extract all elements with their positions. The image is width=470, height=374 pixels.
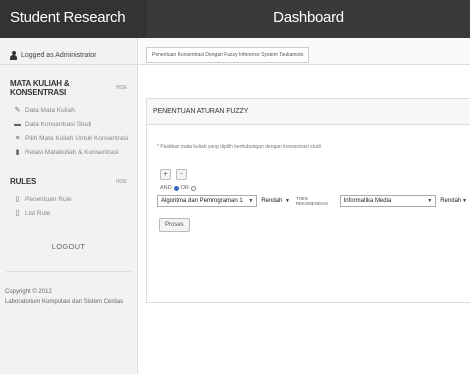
course-select-value: Algoritma dan Pemrograman 1 — [161, 198, 243, 204]
caret-down-icon: ▼ — [248, 198, 254, 204]
sidebar-item-label: Relasi Matakuliah & Konsentrasi — [25, 148, 119, 156]
sidebar-item-label: Data Mata Kuliah — [25, 106, 75, 114]
caret-down-icon: ▼ — [462, 198, 467, 204]
concentration-select-value: Informatika Media — [343, 198, 392, 204]
level-select-1[interactable]: Rendah ▼ — [257, 195, 293, 207]
top-bar: Student Research Dashboard — [0, 0, 470, 38]
sidebar-item-label: Penentuan Rule — [25, 195, 72, 203]
and-label: AND — [160, 185, 172, 191]
condition-buttons: + - — [160, 169, 187, 180]
and-radio[interactable] — [173, 185, 179, 191]
or-label: OR — [180, 185, 189, 191]
sidebar: Logged as Administrator MATA KULIAH & KO… — [0, 38, 138, 374]
helper-note: * Pastikan mata kuliah yang dipilih berh… — [157, 144, 321, 150]
concentration-select[interactable]: Informatika Media ▼ — [339, 195, 437, 207]
login-text: Logged as Administrator — [21, 51, 97, 59]
breadcrumb-bar: Penentuan Konsentrasi Dengan Fuzzy Infer… — [138, 38, 470, 65]
folder-icon: ▬ — [14, 120, 21, 128]
add-condition-button[interactable]: + — [160, 169, 171, 180]
copyright-org: Laboratorium Komputasi dan Sistem Cerdas — [5, 299, 124, 305]
file-icon: ▮ — [15, 149, 20, 156]
sidebar-item-pilih-mata-kuliah[interactable]: ≡ Pilih Mata Kuliah Untuk Konsentrasi — [14, 131, 137, 145]
or-radio[interactable] — [190, 185, 196, 191]
main-content: Penentuan Konsentrasi Dengan Fuzzy Infer… — [138, 38, 470, 374]
section-title: RULES — [10, 177, 37, 186]
copyright: Copyright © 2012 Laboratorium Komputasi … — [0, 272, 137, 307]
remove-condition-button[interactable]: - — [176, 169, 187, 180]
list-icon: ≡ — [15, 134, 20, 142]
login-status: Logged as Administrator — [0, 38, 137, 65]
level-select-2-value: Rendah — [440, 198, 462, 204]
sidebar-item-data-mata-kuliah[interactable]: ✎ Data Mata Kuliah — [14, 103, 137, 117]
section-header-rules: RULES HIDE — [0, 177, 137, 186]
panel-title: PENENTUAN ATURAN FUZZY — [147, 99, 470, 125]
rule-row: Algoritma dan Pemrograman 1 ▼ Rendah ▼ T… — [157, 195, 470, 207]
process-button[interactable]: Proses — [159, 218, 190, 232]
fuzzy-rule-panel: PENENTUAN ATURAN FUZZY * Pastikan mata k… — [146, 98, 470, 303]
sidebar-item-relasi[interactable]: ▮ Relasi Matakuliah & Konsentrasi — [14, 145, 137, 159]
caret-down-icon: ▼ — [285, 198, 290, 204]
page-title: Dashboard — [273, 9, 344, 26]
app-brand[interactable]: Student Research — [0, 0, 147, 38]
sidebar-item-label: List Rule — [25, 209, 51, 217]
sidebar-item-label: Data Konsentrasi Studi — [25, 120, 92, 128]
nav-mata-kuliah: ✎ Data Mata Kuliah ▬ Data Konsentrasi St… — [0, 103, 137, 159]
document-icon: ▯ — [15, 210, 20, 217]
user-icon — [10, 50, 17, 60]
sidebar-item-penentuan-rule[interactable]: ▯ Penentuan Rule — [14, 192, 137, 206]
logout-link[interactable]: LOGOUT — [0, 242, 137, 251]
caret-down-icon: ▼ — [427, 198, 433, 204]
then-label: THEN REKOMENDASI — [295, 196, 328, 206]
course-select[interactable]: Algoritma dan Pemrograman 1 ▼ — [157, 195, 258, 207]
copyright-year: Copyright © 2012 — [5, 289, 52, 295]
operator-radio-group: AND OR — [160, 185, 196, 191]
sidebar-item-data-konsentrasi[interactable]: ▬ Data Konsentrasi Studi — [14, 117, 137, 131]
level-select-2[interactable]: Rendah ▼ — [436, 195, 470, 207]
section-toggle[interactable]: HIDE — [116, 179, 127, 185]
level-select-1-value: Rendah — [261, 198, 283, 204]
document-icon: ▯ — [15, 196, 20, 203]
pencil-icon: ✎ — [14, 107, 21, 114]
section-toggle[interactable]: HIDE — [116, 85, 127, 91]
breadcrumb[interactable]: Penentuan Konsentrasi Dengan Fuzzy Infer… — [146, 47, 310, 63]
sidebar-item-label: Pilih Mata Kuliah Untuk Konsentrasi — [25, 134, 129, 142]
nav-rules: ▯ Penentuan Rule ▯ List Rule — [0, 192, 137, 220]
section-title: MATA KULIAH & KONSENTRASI — [10, 79, 70, 97]
section-header-mata-kuliah: MATA KULIAH & KONSENTRASI HIDE — [0, 79, 137, 97]
sidebar-item-list-rule[interactable]: ▯ List Rule — [14, 206, 137, 220]
